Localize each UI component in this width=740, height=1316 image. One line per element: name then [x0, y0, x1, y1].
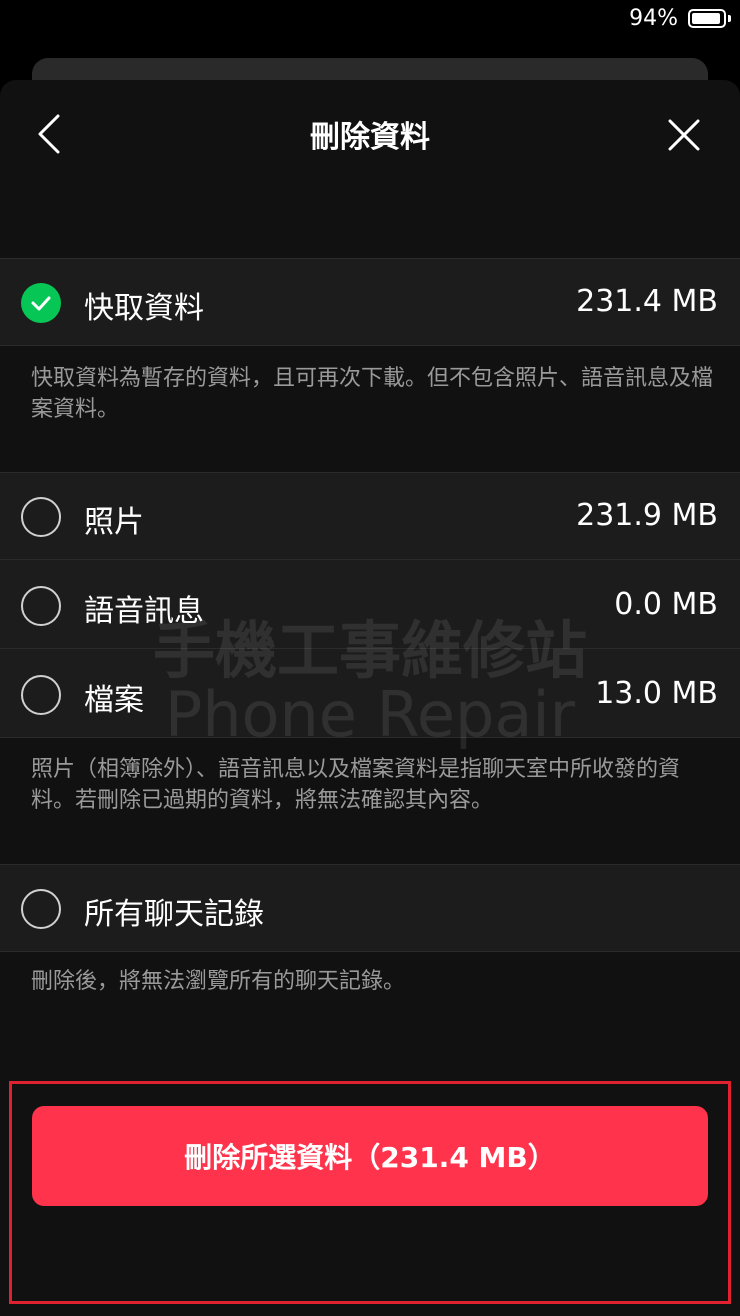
radio-unchecked-icon	[21, 586, 61, 626]
option-size-files: 13.0 MB	[595, 676, 718, 711]
media-description: 照片（相簿除外）、語音訊息以及檔案資料是指聊天室中所收發的資料。若刪除已過期的資…	[31, 757, 681, 813]
status-bar: 94%	[0, 0, 740, 40]
option-label-voice-messages: 語音訊息	[84, 594, 204, 629]
option-size-cache: 231.4 MB	[576, 284, 718, 319]
header: 刪除資料	[0, 80, 740, 190]
option-row-voice-messages[interactable]: 語音訊息 0.0 MB	[0, 559, 740, 649]
option-size-voice-messages: 0.0 MB	[614, 587, 718, 622]
option-label-photos: 照片	[84, 505, 144, 540]
checked-icon	[21, 283, 61, 323]
close-button[interactable]	[656, 110, 712, 160]
option-label-cache: 快取資料	[84, 291, 204, 326]
option-size-photos: 231.9 MB	[576, 498, 718, 533]
battery-fill	[692, 13, 720, 24]
page-title: 刪除資料	[310, 120, 430, 155]
radio-unchecked-icon	[21, 497, 61, 537]
option-label-chat-history: 所有聊天記錄	[84, 897, 264, 932]
checkmark-icon	[31, 296, 51, 311]
option-row-chat-history[interactable]: 所有聊天記錄	[0, 864, 740, 952]
cache-description: 快取資料為暫存的資料，且可再次下載。但不包含照片、語音訊息及檔案資料。	[31, 366, 714, 422]
close-icon	[668, 119, 700, 151]
option-row-cache[interactable]: 快取資料 231.4 MB	[0, 258, 740, 346]
option-row-photos[interactable]: 照片 231.9 MB	[0, 472, 740, 560]
history-description: 刪除後，將無法瀏覽所有的聊天記錄。	[31, 969, 406, 994]
option-row-files[interactable]: 檔案 13.0 MB	[0, 648, 740, 738]
battery-percent: 94%	[629, 6, 678, 31]
delete-selected-button[interactable]: 刪除所選資料（231.4 MB）	[32, 1106, 708, 1206]
radio-unchecked-icon	[21, 889, 61, 929]
option-label-files: 檔案	[84, 683, 144, 718]
battery-tip	[728, 15, 731, 22]
battery-icon	[688, 9, 726, 28]
radio-unchecked-icon	[21, 675, 61, 715]
